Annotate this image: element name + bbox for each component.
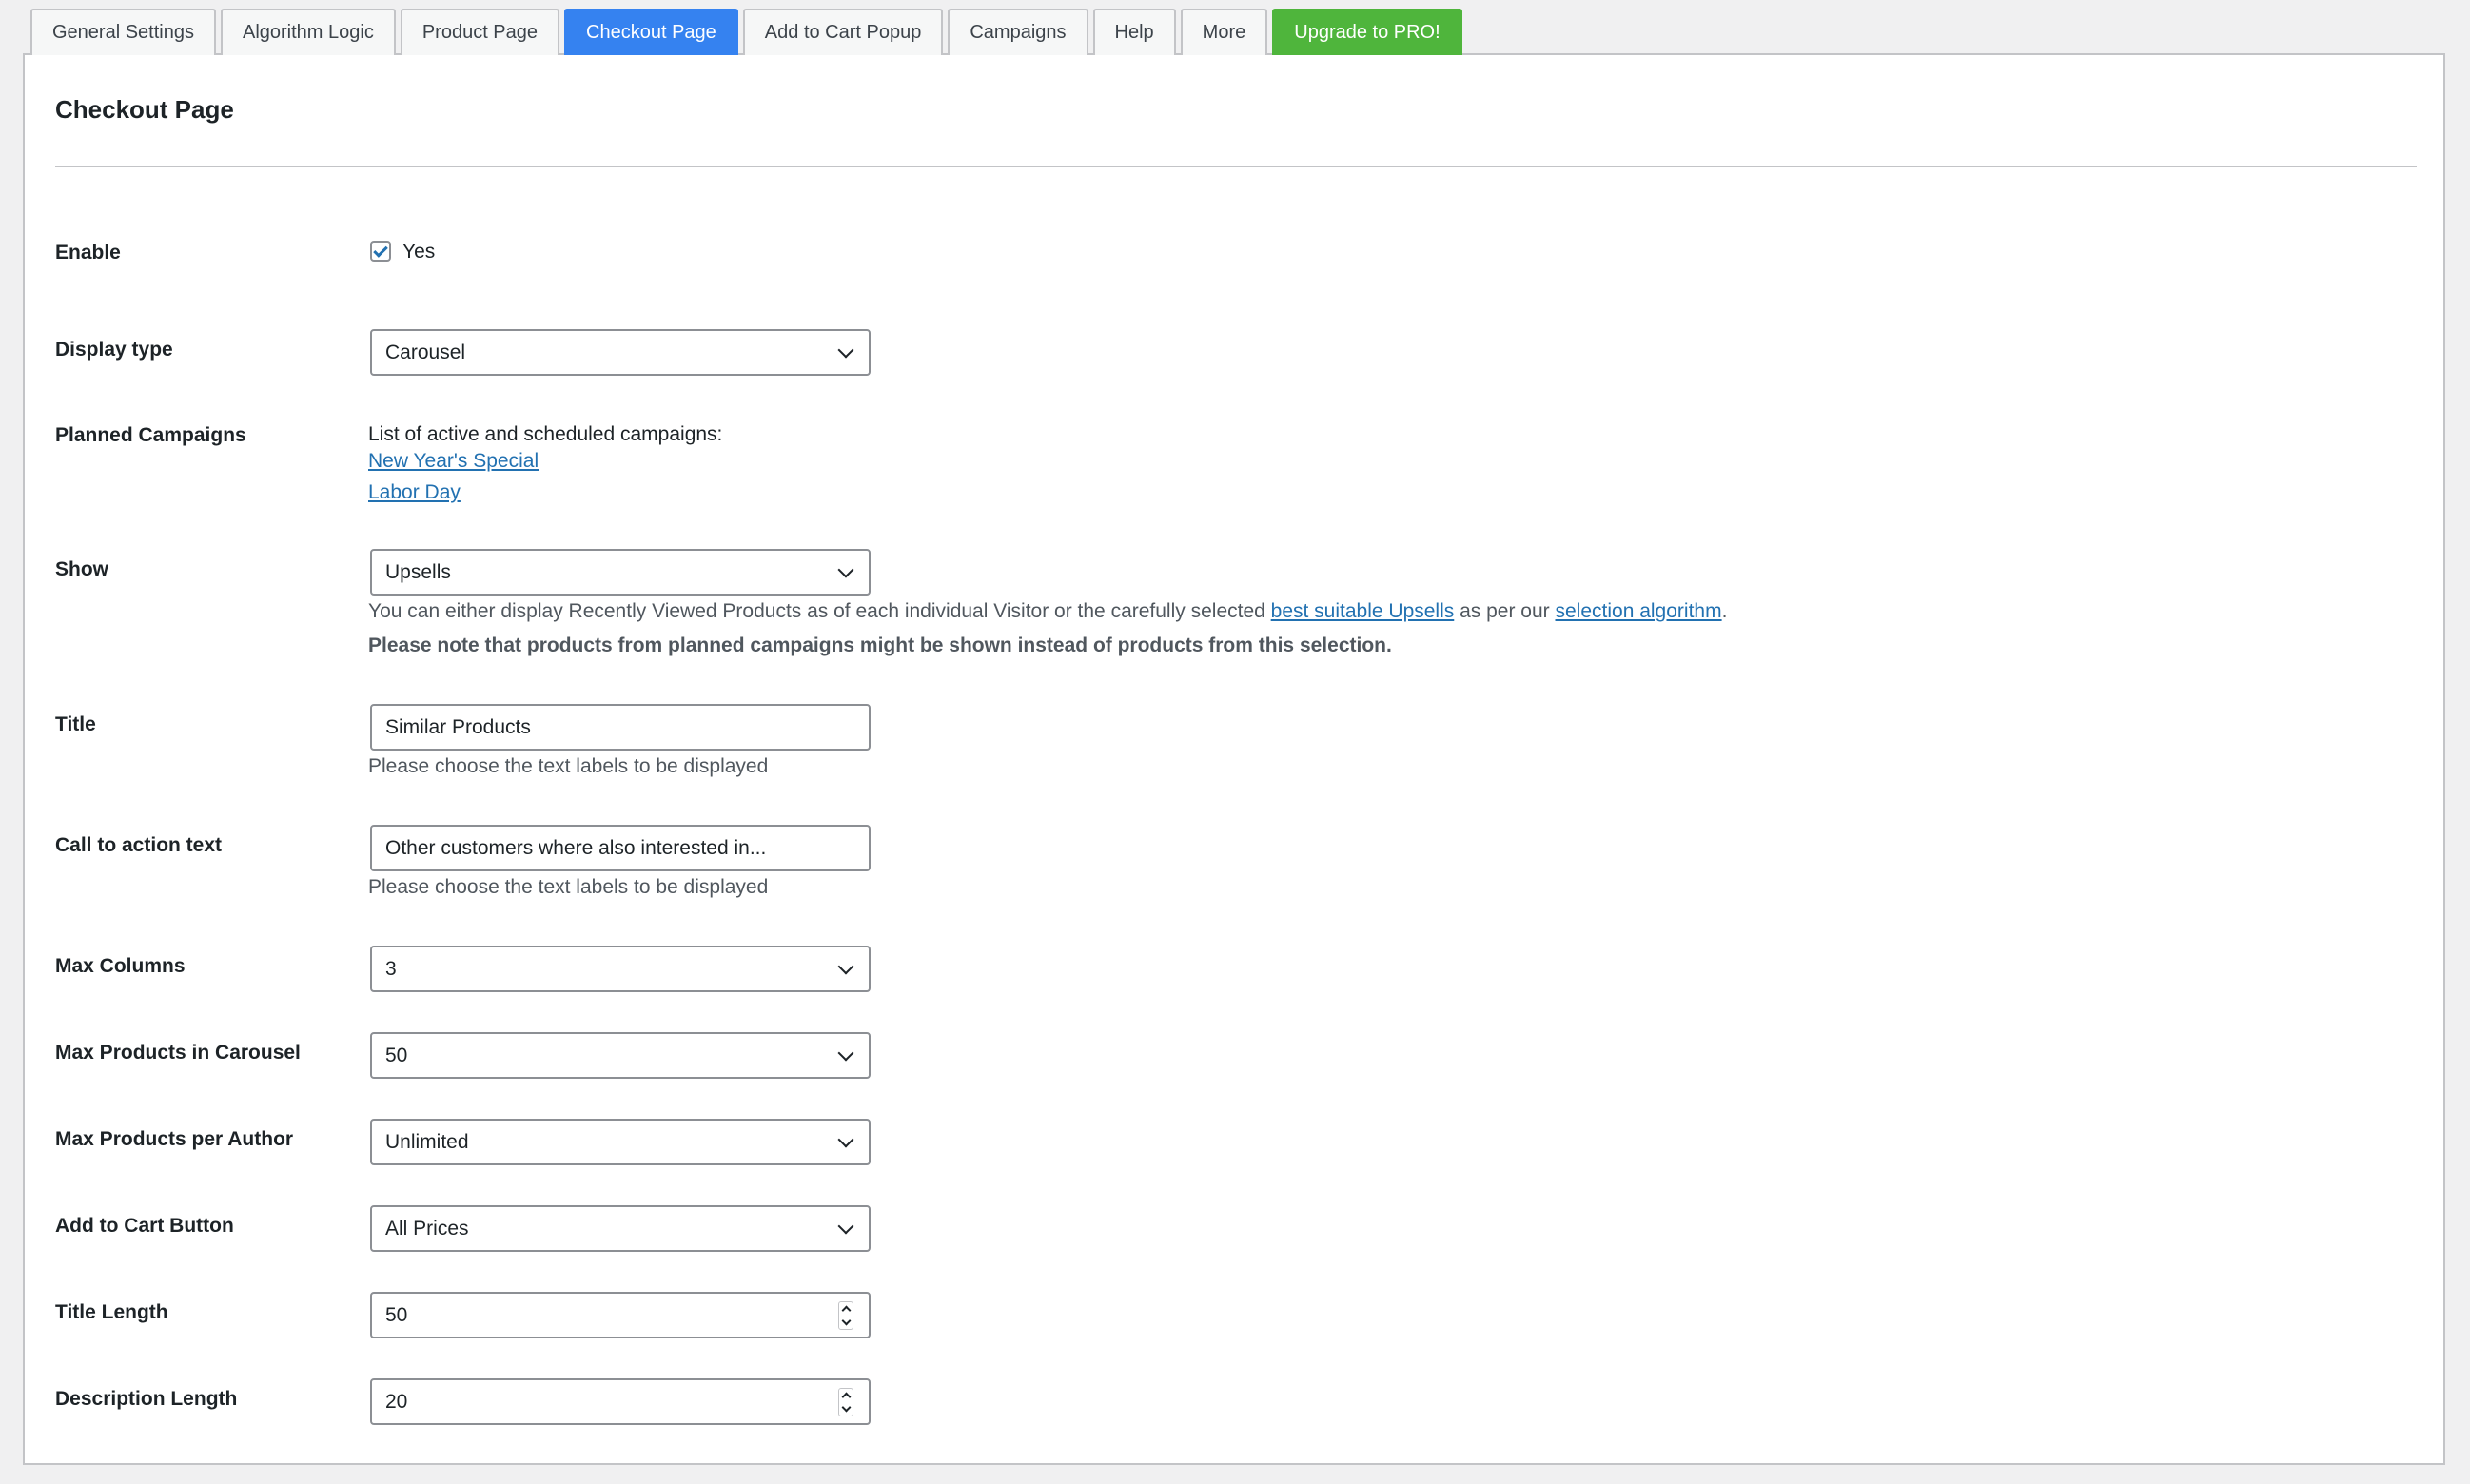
enable-label: Enable <box>55 242 121 264</box>
page-title: Checkout Page <box>55 95 234 124</box>
show-desc-text: . <box>1721 600 1728 622</box>
planned-campaigns-intro: List of active and scheduled campaigns: <box>368 423 723 445</box>
description-length-label: Description Length <box>55 1388 238 1410</box>
max-products-carousel-label: Max Products in Carousel <box>55 1042 301 1064</box>
max-products-carousel-select[interactable]: 50 <box>370 1032 871 1079</box>
max-products-author-value: Unlimited <box>385 1130 469 1153</box>
max-columns-value: 3 <box>385 957 397 980</box>
cta-label: Call to action text <box>55 834 223 856</box>
display-type-value: Carousel <box>385 341 466 363</box>
tab-upgrade-to-pro[interactable]: Upgrade to PRO! <box>1272 9 1462 55</box>
spin-up-icon <box>841 1305 851 1315</box>
title-input[interactable] <box>370 704 871 751</box>
cta-description: Please choose the text labels to be disp… <box>368 876 769 898</box>
show-desc-text: as per our <box>1454 600 1556 622</box>
max-products-author-label: Max Products per Author <box>55 1128 294 1150</box>
campaign-link[interactable]: Labor Day <box>368 481 461 503</box>
title-label: Title <box>55 713 96 735</box>
title-divider <box>55 166 2417 167</box>
tab-general-settings[interactable]: General Settings <box>30 9 216 55</box>
tab-product-page[interactable]: Product Page <box>400 9 560 55</box>
description-length-input[interactable]: 20 <box>370 1378 871 1425</box>
check-icon <box>373 242 388 258</box>
max-columns-select[interactable]: 3 <box>370 946 871 992</box>
max-columns-label: Max Columns <box>55 955 186 977</box>
title-length-label: Title Length <box>55 1301 168 1323</box>
tab-more[interactable]: More <box>1180 9 1268 55</box>
max-products-carousel-value: 50 <box>385 1044 408 1066</box>
planned-campaigns-label: Planned Campaigns <box>55 424 246 446</box>
chevron-down-icon <box>837 561 854 577</box>
title-length-value: 50 <box>385 1303 408 1326</box>
add-to-cart-value: All Prices <box>385 1217 469 1240</box>
show-note: Please note that products from planned c… <box>368 635 1392 656</box>
display-type-label: Display type <box>55 339 173 361</box>
chevron-down-icon <box>837 342 854 358</box>
campaign-link-labor-day[interactable]: Labor Day <box>368 481 461 504</box>
show-description: You can either display Recently Viewed P… <box>368 600 1727 623</box>
tab-algorithm-logic[interactable]: Algorithm Logic <box>220 9 396 55</box>
show-select[interactable]: Upsells <box>370 549 871 596</box>
chevron-down-icon <box>837 1218 854 1234</box>
description-length-value: 20 <box>385 1390 408 1413</box>
number-spinner[interactable] <box>838 1300 853 1330</box>
enable-checkbox[interactable] <box>370 241 391 262</box>
title-description: Please choose the text labels to be disp… <box>368 755 769 777</box>
enable-yes-label[interactable]: Yes <box>402 241 435 264</box>
best-suitable-upsells-link[interactable]: best suitable Upsells <box>1271 600 1455 622</box>
chevron-down-icon <box>837 958 854 974</box>
campaign-link-new-years-special[interactable]: New Year's Special <box>368 450 539 473</box>
show-desc-text: You can either display Recently Viewed P… <box>368 600 1271 622</box>
spin-down-icon <box>841 1402 851 1412</box>
selection-algorithm-link[interactable]: selection algorithm <box>1556 600 1722 622</box>
chevron-down-icon <box>837 1131 854 1147</box>
campaign-link[interactable]: New Year's Special <box>368 450 539 472</box>
add-to-cart-select[interactable]: All Prices <box>370 1205 871 1252</box>
settings-panel: Checkout Page Enable Yes Display type Ca… <box>23 53 2445 1465</box>
title-length-input[interactable]: 50 <box>370 1292 871 1338</box>
tab-campaigns[interactable]: Campaigns <box>948 9 1088 55</box>
show-value: Upsells <box>385 560 451 583</box>
number-spinner[interactable] <box>838 1387 853 1416</box>
spin-up-icon <box>841 1392 851 1401</box>
tab-help[interactable]: Help <box>1092 9 1176 55</box>
tab-checkout-page[interactable]: Checkout Page <box>564 9 738 55</box>
tab-bar: General Settings Algorithm Logic Product… <box>30 8 1462 55</box>
cta-input[interactable] <box>370 825 871 871</box>
show-label: Show <box>55 558 108 580</box>
display-type-select[interactable]: Carousel <box>370 329 871 376</box>
add-to-cart-label: Add to Cart Button <box>55 1215 234 1237</box>
spin-down-icon <box>841 1316 851 1325</box>
chevron-down-icon <box>837 1045 854 1061</box>
max-products-author-select[interactable]: Unlimited <box>370 1119 871 1165</box>
tab-add-to-cart-popup[interactable]: Add to Cart Popup <box>742 9 944 55</box>
